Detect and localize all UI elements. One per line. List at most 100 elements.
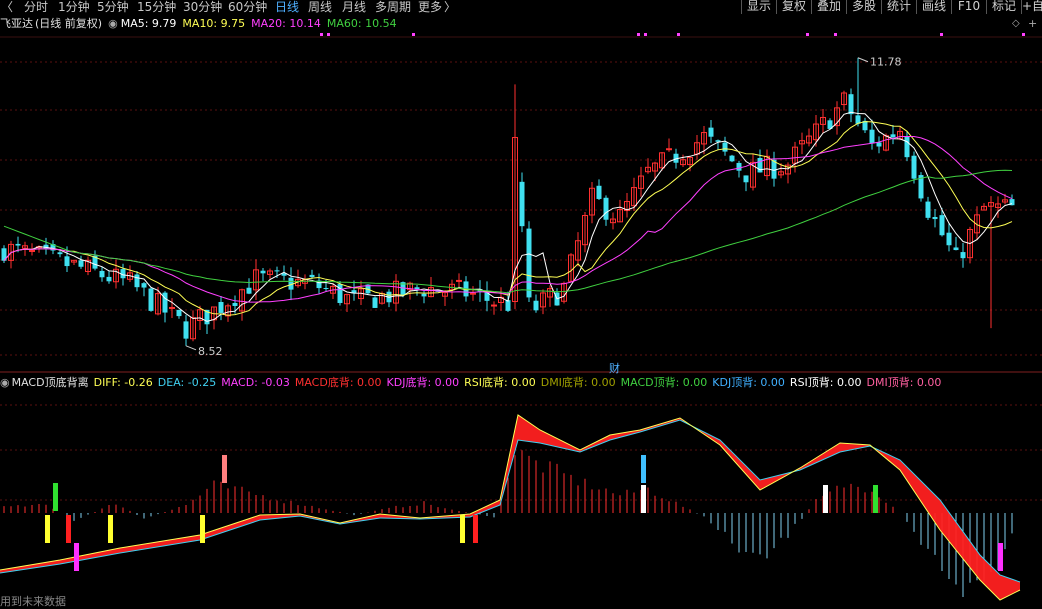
rsi-top-div: RSI顶背: 0.00 — [789, 376, 862, 389]
candle-body — [925, 201, 931, 218]
candle-body — [162, 292, 168, 313]
indicator-toggle-icon[interactable]: ◉ — [0, 376, 10, 389]
indicator-name[interactable]: MACD顶底背离 — [12, 376, 89, 389]
candle-body — [470, 292, 476, 295]
low-pointer — [185, 345, 197, 351]
candle-body — [15, 243, 21, 246]
candle-body — [666, 148, 672, 151]
ma5-line — [3, 111, 1013, 322]
candle-body — [904, 136, 910, 158]
candle-body — [78, 260, 84, 267]
candle-body — [372, 297, 378, 308]
candle-body — [106, 276, 112, 282]
candle-body — [505, 300, 511, 311]
candle-body — [932, 216, 938, 220]
candle-body — [960, 252, 966, 259]
diff-line — [0, 414, 1021, 601]
signal-marker — [677, 33, 680, 36]
high-pointer — [857, 57, 869, 63]
candle-body — [246, 287, 252, 294]
candle-body — [183, 321, 189, 339]
divergence-signal — [641, 455, 646, 483]
candle-body — [57, 252, 63, 255]
dmi-bottom-div: DMI底背: 0.00 — [540, 376, 616, 389]
signal-marker — [327, 33, 330, 36]
candle-body — [421, 293, 427, 297]
signal-marker — [1022, 33, 1025, 36]
candle-body — [29, 250, 35, 253]
dmi-top-div: DMI顶背: 0.00 — [866, 376, 942, 389]
candle-body — [64, 256, 70, 267]
candle-body — [169, 306, 175, 309]
candle-body — [869, 129, 875, 144]
candle-body — [533, 300, 539, 311]
dea-value: DEA: -0.25 — [157, 376, 217, 389]
signal-marker — [806, 33, 809, 36]
ma10-line — [3, 121, 1013, 316]
signal-marker — [940, 33, 943, 36]
divergence-signal — [460, 515, 465, 543]
candle-body — [603, 197, 609, 220]
candle-body — [876, 142, 882, 147]
candle-body — [519, 181, 525, 227]
divergence-signal — [823, 485, 828, 513]
candle-body — [526, 228, 532, 298]
divergence-signal — [641, 485, 646, 513]
future-data-note: 用到未来数据 — [0, 595, 66, 608]
signal-marker — [834, 33, 837, 36]
candle-body — [456, 279, 462, 282]
divergence-signal — [53, 483, 58, 511]
rsi-bottom-div: RSI底背: 0.00 — [464, 376, 536, 389]
ma20-line — [3, 136, 1013, 303]
macd-top-div: MACD顶背: 0.00 — [620, 376, 708, 389]
macd-bottom-div: MACD底背: 0.00 — [294, 376, 382, 389]
candle-body — [134, 274, 140, 288]
candle-body — [596, 185, 602, 199]
candle-body — [141, 283, 147, 288]
candle-body — [729, 155, 735, 162]
candle-body — [890, 134, 896, 138]
candle-body — [848, 94, 854, 115]
divergence-signal — [74, 543, 79, 571]
divergence-signal — [222, 455, 227, 483]
kdj-bottom-div: KDJ底背: 0.00 — [386, 376, 460, 389]
candle-body — [148, 288, 154, 311]
candle-body — [99, 270, 105, 278]
candle-body — [218, 301, 224, 313]
candle-body — [736, 162, 742, 171]
signal-marker — [412, 33, 415, 36]
candle-body — [274, 270, 280, 272]
divergence-signal — [66, 515, 71, 543]
divergence-signal — [873, 485, 878, 513]
candle-body — [176, 309, 182, 317]
candle-body — [939, 215, 945, 236]
macd-value: MACD: -0.03 — [221, 376, 290, 389]
divergence-signal — [200, 515, 205, 543]
candle-body — [232, 302, 238, 306]
signal-marker — [644, 33, 647, 36]
candle-body — [953, 247, 959, 251]
macd-divergence-fill — [0, 415, 1020, 600]
candle-body — [708, 127, 714, 137]
divergence-signal — [108, 515, 113, 543]
candle-body — [323, 287, 329, 289]
finance-flag[interactable]: 财 — [609, 360, 620, 376]
divergence-signal — [998, 543, 1003, 571]
divergence-signal — [45, 515, 50, 543]
signal-marker — [637, 33, 640, 36]
low-price-label: 8.52 — [198, 345, 223, 358]
candle-body — [309, 274, 315, 278]
ma60-line — [3, 169, 1013, 294]
high-price-label: 11.78 — [870, 56, 902, 69]
candle-body — [491, 304, 497, 307]
indicator-header: ◉ MACD顶底背离 DIFF: -0.26 DEA: -0.25 MACD: -0.0… — [0, 376, 946, 390]
candle-body — [722, 142, 728, 152]
candle-body — [260, 270, 266, 274]
kdj-top-div: KDJ顶背: 0.00 — [712, 376, 785, 389]
diff-value: DIFF: -0.26 — [93, 376, 153, 389]
kline-chart[interactable]: 11.78 8.52 — [0, 0, 1042, 605]
divergence-signal — [473, 515, 478, 543]
candle-body — [743, 175, 749, 183]
candle-body — [946, 232, 952, 246]
signal-marker — [320, 33, 323, 36]
